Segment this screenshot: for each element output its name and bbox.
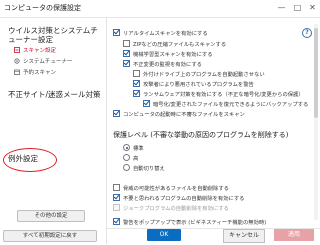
auto-delete-pua-option[interactable]: 不要と思われるプログラムの自動削除を有効にする — [113, 194, 244, 203]
other-settings-button[interactable]: その他の設定 — [17, 210, 85, 222]
tamper-monitor-checkbox[interactable] — [123, 60, 130, 67]
startup-scan-option[interactable]: コンピュータの起動時に不審なファイルをスキャン — [113, 110, 245, 119]
realtime-scan-checkbox[interactable] — [113, 29, 120, 36]
exploit-warn-option[interactable]: 攻撃者により悪用されているプログラムを警告 — [133, 80, 254, 89]
ok-button[interactable]: OK — [147, 229, 181, 241]
realtime-scan-option[interactable]: リアルタイムスキャンを有効にする — [113, 29, 208, 38]
auto-delete-joke-option[interactable]: ジョークプログラムの自動削除を有効にする — [113, 204, 229, 213]
gear-icon — [14, 58, 20, 64]
level-auto-radio[interactable] — [123, 164, 130, 171]
level-high-radio[interactable] — [123, 154, 130, 161]
auto-delete-joke-checkbox[interactable] — [113, 204, 120, 211]
ransomware-protection-checkbox[interactable] — [133, 90, 140, 97]
cancel-button[interactable]: キャンセル — [223, 229, 265, 243]
level-high-option[interactable]: 高 — [123, 154, 138, 163]
sidebar-item-label: スキャン設定 — [23, 48, 57, 54]
close-button[interactable]: ✕ — [307, 2, 318, 13]
ml-scan-option[interactable]: 機械学習型スキャンを有効にする — [123, 50, 213, 59]
level-standard-radio[interactable] — [123, 144, 130, 151]
sidebar-item-label: 予約スキャン — [23, 70, 57, 76]
apply-button[interactable]: 適用 — [274, 229, 314, 241]
title-bar: コンピュータの保護設定 — □ ✕ — [0, 0, 320, 18]
tamper-monitor-option[interactable]: 不正変更の監視を有効にする — [123, 60, 202, 69]
ransomware-protection-option[interactable]: ランサムウェア対策を有効にする（不正な暗号化/変更からの保護） — [133, 90, 304, 99]
sidebar: ウイルス対策とシステムチューナー設定 スキャン設定 システムチューナー 予約スキ… — [0, 18, 107, 244]
exploit-warn-checkbox[interactable] — [133, 80, 140, 87]
ransomware-backup-option[interactable]: 暗号化/変更されたファイルを復元できるようにバックアップする — [143, 100, 308, 109]
settings-panel: リアルタイムスキャンを有効にする ? ZIPなどの圧縮ファイルもスキャンする 機… — [107, 18, 320, 228]
autorun-block-option[interactable]: 外付けドライブ上のプログラムを自動起動させない — [133, 70, 265, 79]
popup-warning-checkbox[interactable] — [113, 218, 120, 225]
ml-scan-checkbox[interactable] — [123, 50, 130, 57]
zip-scan-option[interactable]: ZIPなどの圧縮ファイルもスキャンする — [123, 40, 226, 49]
highlight-circle — [3, 148, 57, 172]
maximize-button[interactable]: □ — [292, 2, 303, 13]
help-icon[interactable]: ? — [302, 28, 312, 38]
calendar-icon — [14, 69, 20, 75]
protection-level-title: 保護レベル (不審な挙動の原因のプログラムを削除する) — [113, 131, 289, 139]
window-title: コンピュータの保護設定 — [4, 4, 81, 12]
reset-all-button[interactable]: すべて初期設定に戻す — [3, 230, 97, 242]
startup-scan-checkbox[interactable] — [113, 110, 120, 117]
autorun-block-checkbox[interactable] — [133, 70, 140, 77]
level-auto-option[interactable]: 自動切り替え — [123, 164, 165, 173]
minimize-button[interactable]: — — [276, 2, 287, 13]
vertical-scrollbar[interactable] — [314, 24, 318, 220]
level-standard-option[interactable]: 標準 — [123, 144, 144, 153]
auto-delete-threats-option[interactable]: 脅威の可能性があるファイルを自動削除する — [113, 184, 229, 193]
sidebar-item-scheduled-scan[interactable]: 予約スキャン — [14, 69, 56, 77]
sidebar-section-antivirus[interactable]: ウイルス対策とシステムチューナー設定 — [8, 26, 102, 44]
zip-scan-checkbox[interactable] — [123, 40, 130, 47]
scrollbar-thumb[interactable] — [314, 28, 318, 118]
sidebar-item-label: システムチューナー — [23, 59, 73, 65]
sidebar-item-scan-settings[interactable]: スキャン設定 — [14, 47, 56, 55]
auto-delete-threats-checkbox[interactable] — [113, 184, 120, 191]
sidebar-item-system-tuner[interactable]: システムチューナー — [14, 58, 72, 66]
sidebar-section-web-threat[interactable]: 不正サイト/迷惑メール対策 — [8, 90, 102, 99]
popup-warning-option[interactable]: 警告をポップアップで表示 (ビギネスティーチ機能の無効時) — [113, 218, 266, 227]
auto-delete-pua-checkbox[interactable] — [113, 194, 120, 201]
ransomware-backup-checkbox[interactable] — [143, 100, 150, 107]
scan-settings-icon — [14, 47, 20, 53]
